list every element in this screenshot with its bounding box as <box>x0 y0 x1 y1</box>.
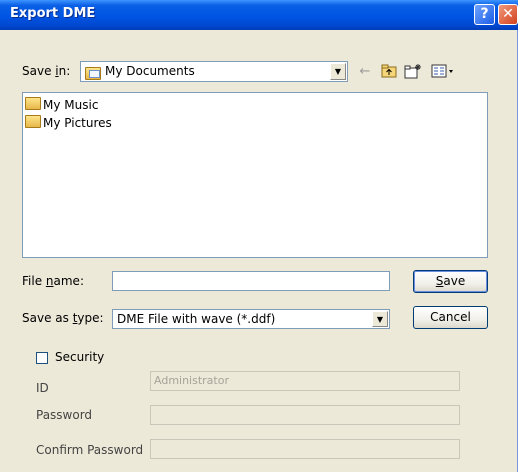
cancel-button[interactable]: Cancel <box>413 306 488 329</box>
id-value: Administrator <box>154 374 229 387</box>
confirm-password-field[interactable] <box>150 439 460 459</box>
save-in-value: My Documents <box>105 64 195 78</box>
password-label: Password <box>36 408 93 422</box>
save-as-type-label: Save as type: <box>22 311 104 325</box>
file-name-field[interactable] <box>112 271 390 291</box>
id-label: ID <box>36 381 49 395</box>
save-in-label: Save in: <box>22 64 71 78</box>
export-dme-dialog: Export DME ? ✕ Save in: My Documents ▼ ←… <box>0 0 518 472</box>
music-folder-icon <box>25 97 43 113</box>
security-checkbox[interactable] <box>36 352 48 364</box>
confirm-password-label: Confirm Password <box>36 443 144 457</box>
id-field[interactable]: Administrator <box>150 371 460 391</box>
save-button[interactable]: Save <box>413 270 488 293</box>
title-bar[interactable]: Export DME ? ✕ <box>0 0 518 30</box>
help-button[interactable]: ? <box>474 4 495 25</box>
list-item-label: My Pictures <box>43 116 112 130</box>
chevron-down-icon[interactable]: ▼ <box>372 311 388 327</box>
window-title: Export DME <box>10 6 96 21</box>
list-item[interactable]: My Music <box>25 97 98 113</box>
list-item[interactable]: My Pictures <box>25 115 112 131</box>
list-item-label: My Music <box>43 98 99 112</box>
save-as-type-dropdown[interactable]: DME File with wave (*.ddf) ▼ <box>112 309 390 329</box>
password-field[interactable] <box>150 405 460 425</box>
save-in-dropdown[interactable]: My Documents ▼ <box>80 61 348 82</box>
chevron-down-icon[interactable]: ▼ <box>330 63 346 80</box>
file-name-label: File name: <box>22 274 84 288</box>
security-label: Security <box>55 350 105 364</box>
file-list[interactable]: My Music My Pictures <box>22 92 488 258</box>
new-folder-icon[interactable] <box>404 63 422 79</box>
documents-folder-icon <box>85 65 101 84</box>
view-menu-icon[interactable] <box>430 63 456 79</box>
save-as-type-value: DME File with wave (*.ddf) <box>117 312 276 326</box>
back-arrow-icon[interactable]: ← <box>356 63 374 79</box>
up-folder-icon[interactable] <box>380 63 398 79</box>
close-button[interactable]: ✕ <box>498 4 518 25</box>
pictures-folder-icon <box>25 115 43 131</box>
